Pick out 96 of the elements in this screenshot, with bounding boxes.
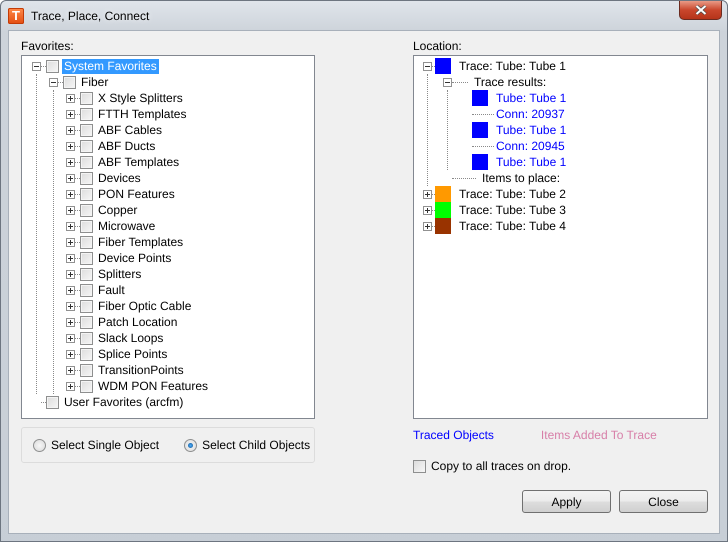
tree-item-label[interactable]: X Style Splitters — [96, 90, 185, 106]
trace-result-label[interactable]: Tube: Tube 1 — [494, 122, 568, 138]
expand-toggle[interactable] — [66, 206, 75, 214]
expand-toggle[interactable] — [66, 190, 75, 198]
expand-toggle[interactable] — [423, 222, 432, 230]
tree-checkbox[interactable] — [63, 76, 76, 88]
tree-item-label[interactable]: TransitionPoints — [96, 362, 186, 378]
tree-checkbox[interactable] — [46, 396, 59, 408]
trace-label[interactable]: Trace: Tube: Tube 4 — [457, 218, 568, 234]
collapse-toggle[interactable] — [49, 78, 58, 86]
tree-checkbox[interactable] — [80, 332, 93, 344]
copy-option[interactable]: Copy to all traces on drop. — [413, 459, 708, 473]
dialog-button[interactable]: Close — [619, 490, 708, 513]
tree-item-label[interactable]: User Favorites (arcfm) — [62, 394, 186, 410]
favorites-label: Favorites: — [21, 38, 75, 54]
tree-item-label[interactable]: PON Features — [96, 186, 177, 202]
tree-item-label[interactable]: ABF Ducts — [96, 138, 158, 154]
tree-checkbox[interactable] — [80, 364, 93, 376]
tree-item-label[interactable]: Patch Location — [96, 314, 180, 330]
tree-item-label[interactable]: Fiber Optic Cable — [96, 298, 194, 314]
tree-checkbox[interactable] — [46, 60, 59, 72]
tree-item-label[interactable]: ABF Cables — [96, 122, 164, 138]
expand-toggle[interactable] — [66, 110, 75, 118]
tree-checkbox[interactable] — [80, 140, 93, 152]
tree-checkbox[interactable] — [80, 188, 93, 200]
expand-toggle[interactable] — [66, 318, 75, 326]
expand-toggle[interactable] — [66, 286, 75, 294]
tree-checkbox[interactable] — [80, 156, 93, 168]
tree-checkbox[interactable] — [80, 380, 93, 392]
legend-label: Traced Objects — [413, 428, 494, 442]
tree-item-label[interactable]: Copper — [96, 202, 140, 218]
collapse-toggle[interactable] — [443, 78, 452, 86]
expand-toggle[interactable] — [66, 158, 75, 166]
tree-checkbox[interactable] — [80, 348, 93, 360]
tree-checkbox[interactable] — [80, 172, 93, 184]
collapse-toggle[interactable] — [423, 62, 432, 70]
tree-checkbox[interactable] — [80, 300, 93, 312]
tree-item-label[interactable]: Devices — [96, 170, 143, 186]
tree-item-label[interactable]: Fiber — [79, 74, 110, 90]
trace-result-label[interactable]: Conn: 20937 — [494, 106, 567, 122]
expand-toggle[interactable] — [66, 382, 75, 390]
tree-item-label[interactable]: Fault — [96, 282, 127, 298]
app-logo: T — [8, 8, 24, 24]
expand-toggle[interactable] — [66, 126, 75, 134]
close-button[interactable] — [679, 1, 722, 20]
trace-result-label[interactable]: Tube: Tube 1 — [494, 90, 568, 106]
tree-checkbox[interactable] — [80, 252, 93, 264]
tree-checkbox[interactable] — [80, 284, 93, 296]
expand-toggle[interactable] — [66, 270, 75, 278]
expand-toggle[interactable] — [66, 334, 75, 342]
radio-option[interactable]: Select Child Objects — [184, 438, 310, 452]
trace-result-label[interactable]: Conn: 20945 — [494, 138, 567, 154]
trace-label[interactable]: Trace: Tube: Tube 1 — [457, 58, 568, 74]
trace-result-label[interactable]: Tube: Tube 1 — [494, 154, 568, 170]
trace-label[interactable]: Trace: Tube: Tube 2 — [457, 186, 568, 202]
close-icon — [694, 5, 706, 15]
tree-checkbox[interactable] — [80, 108, 93, 120]
tree-item-label[interactable]: FTTH Templates — [96, 106, 188, 122]
expand-toggle[interactable] — [66, 302, 75, 310]
tree-item-label[interactable]: Splitters — [96, 266, 144, 282]
tree-item-label[interactable]: Splice Points — [96, 346, 170, 362]
expand-toggle[interactable] — [66, 254, 75, 262]
group-label[interactable]: Trace results: — [468, 74, 548, 90]
checkbox[interactable] — [413, 460, 426, 472]
trace-label[interactable]: Trace: Tube: Tube 3 — [457, 202, 568, 218]
expand-toggle[interactable] — [66, 350, 75, 358]
expand-toggle[interactable] — [423, 206, 432, 214]
expand-toggle[interactable] — [423, 190, 432, 198]
tree-checkbox[interactable] — [80, 268, 93, 280]
radio-button[interactable] — [33, 438, 46, 452]
expand-toggle[interactable] — [66, 222, 75, 230]
expand-toggle[interactable] — [66, 174, 75, 182]
tree-item-label[interactable]: Slack Loops — [96, 330, 166, 346]
expand-toggle[interactable] — [66, 366, 75, 374]
group-label[interactable]: Items to place: — [476, 170, 562, 186]
tree-checkbox[interactable] — [80, 204, 93, 216]
expand-toggle[interactable] — [66, 142, 75, 150]
dialog-button[interactable]: Apply — [522, 490, 611, 513]
radio-option[interactable]: Select Single Object — [33, 438, 160, 452]
tree-item-label[interactable]: ABF Templates — [96, 154, 182, 170]
tree-checkbox[interactable] — [80, 124, 93, 136]
tree-item-label[interactable]: WDM PON Features — [96, 378, 210, 394]
legend-label: Items Added To Trace — [540, 428, 657, 442]
tree-checkbox[interactable] — [80, 92, 93, 104]
radio-button[interactable] — [184, 438, 198, 452]
expand-toggle[interactable] — [66, 238, 75, 246]
tree-item-label[interactable]: Microwave — [96, 218, 158, 234]
tree-checkbox[interactable] — [80, 316, 93, 328]
tree-item-label[interactable]: Fiber Templates — [96, 234, 186, 250]
tree-item-label[interactable]: Device Points — [96, 250, 174, 266]
tree-checkbox[interactable] — [80, 220, 93, 232]
expand-toggle[interactable] — [66, 94, 75, 102]
location-label: Location: — [413, 38, 463, 54]
window-title: Trace, Place, Connect — [31, 8, 150, 22]
collapse-toggle[interactable] — [32, 62, 41, 70]
tree-checkbox[interactable] — [80, 236, 93, 248]
